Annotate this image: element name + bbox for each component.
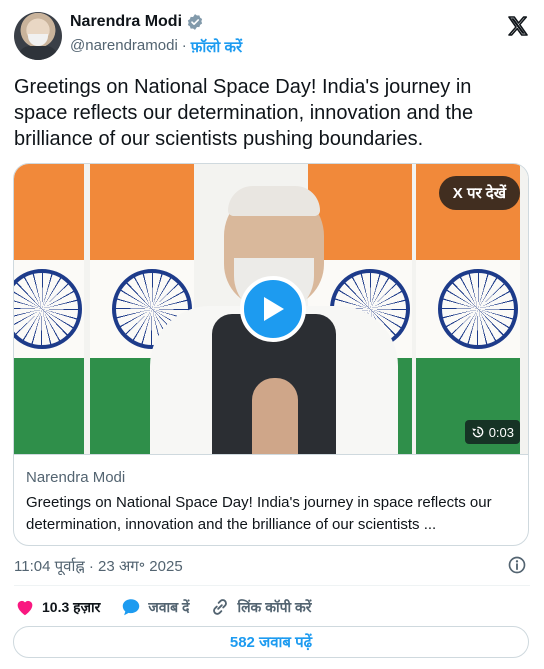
avatar-jacket	[18, 46, 58, 60]
divider	[14, 585, 530, 586]
heart-icon	[17, 600, 33, 616]
action-bar: 10.3 हज़ार जवाब दें लिंक कॉपी करें	[14, 595, 332, 619]
info-icon[interactable]	[507, 555, 527, 575]
like-button[interactable]: 10.3 हज़ार	[14, 596, 100, 618]
play-icon	[264, 297, 284, 321]
name-row: Narendra Modi	[70, 13, 204, 31]
reply-button[interactable]: जवाब दें	[120, 596, 189, 618]
card-description: Greetings on National Space Day! India's…	[26, 494, 492, 533]
reply-bubble-icon	[123, 599, 140, 616]
tweet-header: Narendra Modi @narendramodi · फ़ॉलो करें	[14, 12, 530, 62]
like-count: 10.3 हज़ार	[42, 598, 101, 615]
replay-icon	[471, 426, 484, 438]
avatar-beard	[28, 34, 48, 46]
follow-button[interactable]: फ़ॉलो करें	[191, 37, 242, 57]
x-logo-icon[interactable]	[506, 14, 530, 38]
verified-badge-icon	[187, 14, 203, 30]
watch-on-x-button[interactable]: X पर देखें	[438, 176, 520, 210]
copy-link-button[interactable]: लिंक कॉपी करें	[209, 596, 312, 618]
link-icon	[213, 599, 228, 615]
video-thumbnail[interactable]: X पर देखें 0:03	[14, 164, 528, 454]
copy-link-label: लिंक कॉपी करें	[237, 598, 312, 615]
author-name[interactable]: Narendra Modi	[70, 13, 182, 31]
card-author: Narendra Modi	[26, 469, 126, 486]
card-meta[interactable]: Narendra Modi Greetings on National Spac…	[14, 454, 528, 545]
handle-separator: ·	[181, 37, 187, 54]
avatar[interactable]	[14, 12, 62, 60]
flag-left	[14, 164, 84, 454]
video-card[interactable]: X पर देखें 0:03 Narendra Modi Greetings …	[13, 163, 529, 546]
tweet-text: Greetings on National Space Day! India's…	[14, 76, 474, 150]
play-button[interactable]	[240, 276, 306, 342]
read-replies-button[interactable]: 582 जवाब पढ़ें	[13, 626, 529, 658]
tweet-timestamp[interactable]: 11:04 पूर्वाह्न · 23 अग॰ 2025	[14, 556, 183, 576]
duration-text: 0:03	[488, 424, 514, 440]
handle-row: @narendramodi · फ़ॉलो करें	[70, 37, 242, 57]
reply-label: जवाब दें	[148, 598, 190, 615]
author-handle[interactable]: @narendramodi	[70, 37, 178, 57]
video-duration: 0:03	[464, 420, 520, 444]
